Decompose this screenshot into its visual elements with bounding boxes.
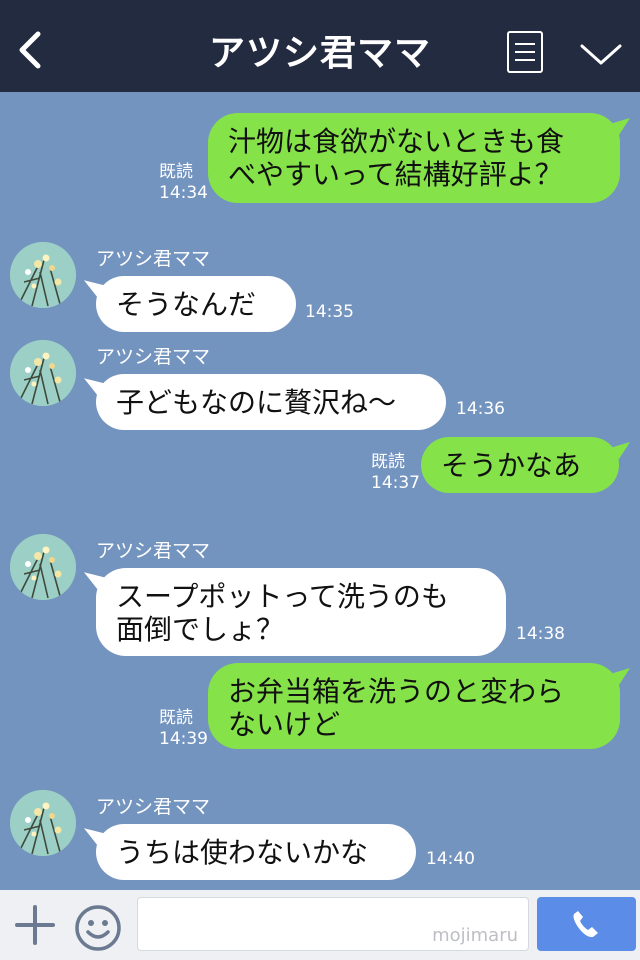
message-bubble[interactable]: そうなんだ xyxy=(96,276,296,332)
message-meta: 既読 14:39 xyxy=(159,708,208,750)
sender-name: アツシ君ママ xyxy=(96,346,211,368)
message-text-line: 面倒でしょ？ xyxy=(116,613,285,646)
message-list[interactable]: 既読 14:34 汁物は食欲がないときも食 べやすいって結構好評よ？ アツシ君マ… xyxy=(0,92,640,890)
message-bubble[interactable]: 汁物は食欲がないときも食 べやすいって結構好評よ？ xyxy=(208,113,620,203)
read-receipt: 既読 xyxy=(371,452,405,472)
message-bubble[interactable]: スープポットって洗うのも 面倒でしょ？ xyxy=(96,568,506,656)
message-text-line: そうかなあ xyxy=(441,449,582,482)
avatar[interactable] xyxy=(10,534,76,600)
message-time: 14:34 xyxy=(159,183,208,203)
flower-photo-icon xyxy=(10,242,76,308)
message-text-line: 子どもなのに贅沢ね〜 xyxy=(116,386,397,419)
avatar[interactable] xyxy=(10,242,76,308)
message-time: 14:38 xyxy=(516,624,565,644)
message-text-line: うちは使わないかな xyxy=(116,836,369,869)
flower-photo-icon xyxy=(10,534,76,600)
message-bubble[interactable]: うちは使わないかな xyxy=(96,824,416,880)
sender-name: アツシ君ママ xyxy=(96,796,211,818)
chat-header: アツシ君ママ xyxy=(0,0,640,92)
message-meta: 既読 14:34 xyxy=(159,162,208,204)
read-receipt: 既読 xyxy=(159,162,193,182)
message-time: 14:35 xyxy=(305,302,354,322)
message-text-line: 汁物は食欲がないときも食 xyxy=(228,125,565,158)
avatar[interactable] xyxy=(10,790,76,856)
sender-name: アツシ君ママ xyxy=(96,248,211,270)
flower-photo-icon xyxy=(10,340,76,406)
sender-name: アツシ君ママ xyxy=(96,540,211,562)
smiley-icon xyxy=(75,905,121,951)
message-meta: 既読 14:37 xyxy=(371,452,420,494)
message-text-line: そうなんだ xyxy=(116,288,257,321)
plus-icon xyxy=(15,905,55,945)
collapse-button[interactable] xyxy=(578,36,624,70)
message-text-line: お弁当箱を洗うのと変わら xyxy=(228,675,565,708)
message-text-line: ないけど xyxy=(228,708,341,741)
message-bubble[interactable]: お弁当箱を洗うのと変わら ないけど xyxy=(208,663,620,749)
emoji-button[interactable] xyxy=(74,904,122,952)
message-time: 14:36 xyxy=(456,399,505,419)
message-time: 14:40 xyxy=(426,849,475,869)
input-bar: mojimaru xyxy=(0,890,640,960)
message-text-line: スープポットって洗うのも xyxy=(116,580,449,613)
avatar[interactable] xyxy=(10,340,76,406)
menu-button[interactable] xyxy=(507,31,543,73)
message-bubble[interactable]: そうかなあ xyxy=(421,437,619,493)
message-time: 14:39 xyxy=(159,729,208,749)
chevron-down-icon xyxy=(580,44,622,65)
add-button[interactable] xyxy=(14,904,56,946)
phone-icon xyxy=(573,911,598,938)
message-text-line: べやすいって結構好評よ？ xyxy=(228,158,563,191)
message-input[interactable]: mojimaru xyxy=(137,897,529,951)
call-button[interactable] xyxy=(537,897,636,951)
flower-photo-icon xyxy=(10,790,76,856)
watermark-text: mojimaru xyxy=(432,925,518,946)
message-bubble[interactable]: 子どもなのに贅沢ね〜 xyxy=(96,374,446,430)
read-receipt: 既読 xyxy=(159,708,193,728)
chat-title: アツシ君ママ xyxy=(208,33,431,74)
message-time: 14:37 xyxy=(371,473,420,493)
